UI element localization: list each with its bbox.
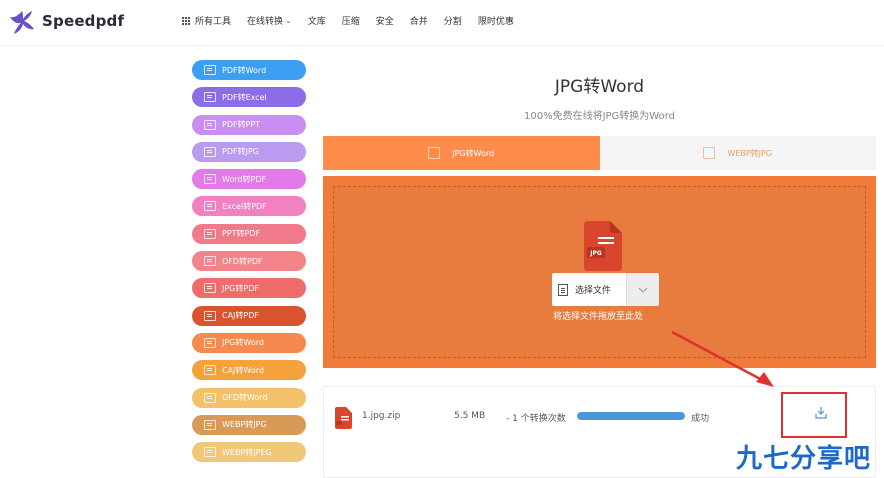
nav-online-convert[interactable]: 在线转换 ⌄ [247,14,292,27]
sidebar-item[interactable]: CAJ转Word [192,360,306,381]
convert-icon [204,365,216,376]
sidebar-item[interactable]: Excel转PDF [192,196,306,217]
sidebar-item[interactable]: CAJ转PDF [192,305,306,326]
convert-icon [204,146,216,157]
drop-zone[interactable]: JPG 选择文件 将选择文件拖放至此处 [333,186,866,358]
sidebar-item[interactable]: JPG转PDF [192,278,306,299]
chevron-down-icon: ⌄ [285,16,292,25]
nav-security[interactable]: 安全 [376,14,394,27]
sidebar-item-label: OFD转PDF [222,256,263,266]
convert-icon [204,310,216,321]
file-icon [335,407,352,429]
choose-file-label: 选择文件 [575,286,612,296]
nav-offers[interactable]: 限时优惠 [478,14,514,27]
sidebar-item-label: PDF转Word [222,65,267,75]
file-name: 1.jpg.zip [362,411,401,421]
annotation-arrow [671,330,774,387]
tool-sidebar: PDF转Word PDF转Excel PDF转PPT PDF转JPG Word转PDF E… [192,60,306,469]
convert-icon [204,119,216,130]
convert-icon [204,447,216,458]
convert-icon [204,201,216,212]
choose-file-button[interactable]: 选择文件 [552,273,659,306]
sidebar-item-label: Word转PDF [222,174,267,184]
convert-icon [204,65,216,75]
sidebar-item-label: OFD转Word [222,393,268,403]
sidebar-item[interactable]: Word转PDF [192,169,306,190]
convert-icon [703,147,716,159]
jpg-file-icon: JPG [584,221,622,271]
sidebar-item-label: WEBP转JPEG [222,447,272,457]
convert-icon [204,256,216,267]
upload-area: JPG 选择文件 将选择文件拖放至此处 [323,176,876,368]
sidebar-item[interactable]: PPT转PDF [192,223,306,244]
nav-all-tools[interactable]: 所有工具 [182,14,231,27]
nav-library[interactable]: 文库 [308,14,326,27]
chevron-down-icon [638,287,648,293]
tab-webp-to-jpg[interactable]: WEBP转JPG [599,136,876,170]
convert-icon [204,337,216,348]
sidebar-item-label: JPG转PDF [222,283,259,293]
convert-icon [204,392,216,403]
nav-label: 所有工具 [195,17,232,27]
site-watermark: 九七分享吧 [736,444,872,474]
page-title: JPG转Word [554,77,645,97]
sidebar-item[interactable]: WEBP转JPG [192,414,306,435]
choose-file-label-area[interactable]: 选择文件 [552,273,626,306]
sidebar-item-label: WEBP转JPG [222,420,267,430]
sidebar-item-label: JPG转Word [222,338,264,348]
progress-fill [577,412,685,420]
brand-name[interactable]: Speedpdf [42,12,124,30]
tab-label: WEBP转JPG [727,148,773,158]
convert-icon [428,147,441,159]
tab-label: JPG转Word [452,148,495,158]
nav-label: 在线转换 [247,17,284,27]
sidebar-item-label: PDF转JPG [222,147,259,157]
convert-icon [204,228,216,239]
sidebar-item[interactable]: OFD转Word [192,387,306,408]
convert-icon [204,283,216,294]
file-badge: JPG [589,250,602,257]
sidebar-item-label: CAJ转PDF [222,311,260,321]
drop-hint: 将选择文件拖放至此处 [553,312,644,322]
top-bar: Speedpdf 所有工具 在线转换 ⌄ 文库 压缩 安全 合并 分割 限时优惠 [0,0,884,46]
highlight-box [781,392,847,438]
convert-icon [204,92,216,103]
document-icon [558,283,568,296]
speedpdf-logo[interactable] [8,8,36,36]
status-text: 成功 [691,414,710,424]
grid-icon [182,16,190,25]
convert-icon [204,174,216,185]
sidebar-item-label: Excel转PDF [222,201,267,211]
nav-compress[interactable]: 压缩 [342,14,360,27]
sidebar-item[interactable]: OFD转PDF [192,251,306,272]
nav-split[interactable]: 分割 [444,14,462,27]
conversion-tabs: JPG转Word WEBP转JPG [323,136,876,170]
sidebar-item-label: CAJ转Word [222,365,264,375]
convert-icon [204,419,216,430]
tab-jpg-to-word[interactable]: JPG转Word [323,136,600,170]
nav-merge[interactable]: 合并 [410,14,428,27]
sidebar-item[interactable]: PDF转JPG [192,141,306,162]
progress-bar [577,412,685,420]
page-subtitle: 100%免费在线将JPG转换为Word [523,111,676,122]
sidebar-item-label: PDF转Excel [222,92,267,102]
sidebar-item[interactable]: PDF转Excel [192,87,306,108]
main-nav: 所有工具 在线转换 ⌄ 文库 压缩 安全 合并 分割 限时优惠 [182,14,530,27]
choose-source-dropdown[interactable] [626,273,659,306]
file-size: 5.5 MB [454,411,486,421]
sidebar-item[interactable]: PDF转PPT [192,114,306,135]
sidebar-item[interactable]: PDF转Word [192,60,306,80]
conversion-count: - 1 个转换次数 [506,414,566,424]
sidebar-item-label: PDF转PPT [222,120,261,130]
sidebar-item[interactable]: JPG转Word [192,332,306,353]
sidebar-item-label: PPT转PDF [222,229,261,239]
sidebar-item[interactable]: WEBP转JPEG [192,442,306,463]
